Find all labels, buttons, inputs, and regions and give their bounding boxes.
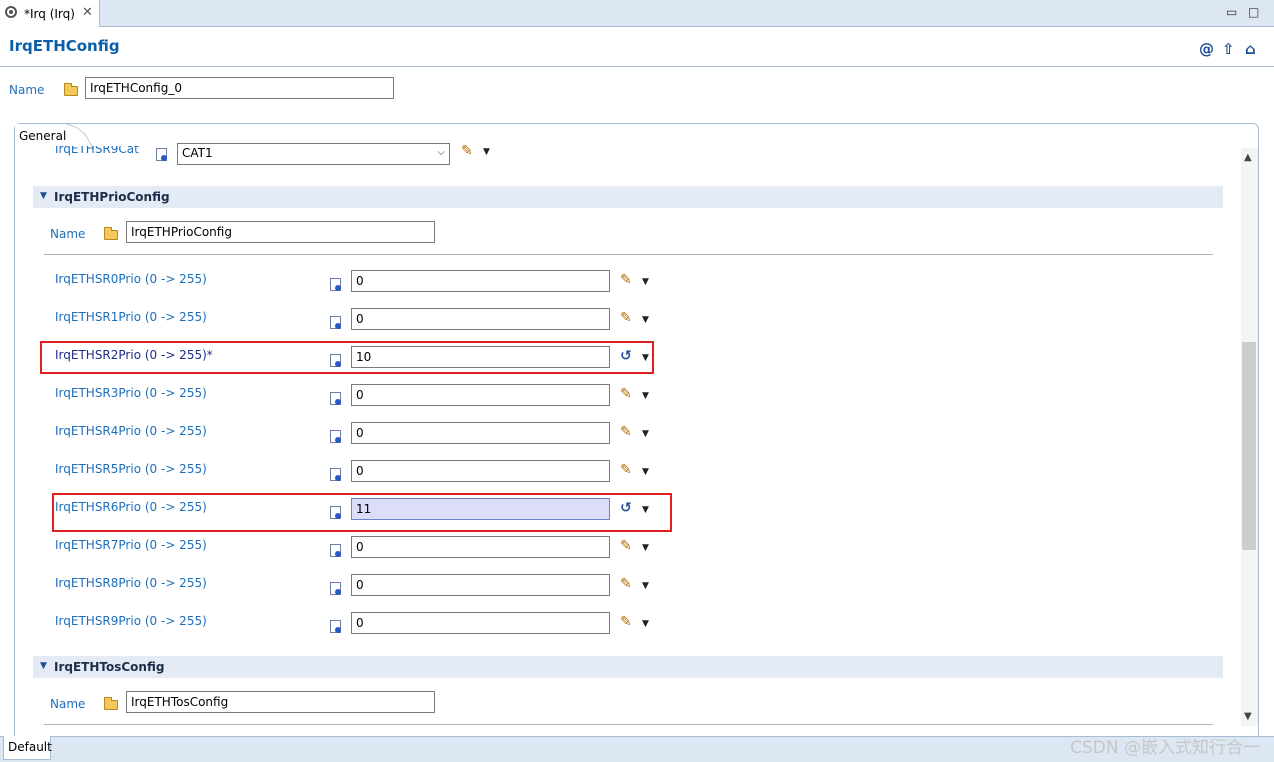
integer-icon [330, 278, 341, 291]
pencil-icon[interactable]: ✎ [461, 143, 473, 159]
pencil-icon[interactable]: ✎ [620, 386, 632, 402]
chevron-down-icon: ⌵ [437, 147, 445, 158]
watermark: CSDN @嵌入式知行合一 [1070, 738, 1260, 758]
row-label-sr8: IrqETHSR8Prio (0 -> 255) [55, 576, 207, 590]
section-divider [44, 254, 1213, 255]
sr4-prio-field[interactable]: 0 [351, 422, 610, 444]
sr1-prio-field[interactable]: 0 [351, 308, 610, 330]
dropdown-arrow-icon[interactable]: ▼ [642, 277, 649, 287]
sr2-prio-field[interactable]: 10 [351, 346, 610, 368]
dropdown-arrow-icon[interactable]: ▼ [642, 467, 649, 477]
enum-icon [156, 148, 167, 161]
calculate-icon[interactable]: ↺ [620, 348, 632, 364]
folder-icon [64, 83, 78, 96]
row-label-sr3: IrqETHSR3Prio (0 -> 255) [55, 386, 207, 400]
integer-icon [330, 582, 341, 595]
dropdown-arrow-icon[interactable]: ▼ [642, 391, 649, 401]
scroll-down-icon[interactable]: ▼ [1244, 711, 1252, 722]
form-title: IrqETHConfig [9, 37, 120, 55]
integer-icon [330, 506, 341, 519]
dropdown-arrow-icon[interactable]: ▼ [642, 581, 649, 591]
config-file-icon [5, 6, 17, 18]
dropdown-arrow-icon[interactable]: ▼ [642, 429, 649, 439]
home-icon[interactable]: ⌂ [1245, 40, 1256, 58]
row-label-sr9: IrqETHSR9Prio (0 -> 255) [55, 614, 207, 628]
collapse-arrow-icon[interactable]: ▼ [40, 191, 47, 201]
section-title: IrqETHPrioConfig [54, 190, 170, 204]
sr5-prio-field[interactable]: 0 [351, 460, 610, 482]
tab-general[interactable]: General [15, 124, 67, 146]
close-icon[interactable]: ✕ [82, 5, 93, 20]
integer-icon [330, 620, 341, 633]
pencil-icon[interactable]: ✎ [620, 310, 632, 326]
section-irqethtosconfig[interactable]: ▼ IrqETHTosConfig [33, 656, 1223, 678]
maximize-icon[interactable]: □ [1248, 5, 1259, 19]
row-label-sr7: IrqETHSR7Prio (0 -> 255) [55, 538, 207, 552]
cat-select-value: CAT1 [182, 146, 213, 160]
dropdown-arrow-icon[interactable]: ▼ [642, 315, 649, 325]
integer-icon [330, 430, 341, 443]
row-label-sr2: IrqETHSR2Prio (0 -> 255)* [55, 348, 213, 362]
calculate-icon[interactable]: ↺ [620, 500, 632, 516]
row-label-sr0: IrqETHSR0Prio (0 -> 255) [55, 272, 207, 286]
up-arrow-icon[interactable]: ⇧ [1222, 40, 1235, 58]
editor-tab-irq[interactable]: *Irq (Irq) ✕ [0, 0, 100, 27]
integer-icon [330, 316, 341, 329]
section-divider [44, 724, 1213, 725]
pencil-icon[interactable]: ✎ [620, 462, 632, 478]
sr7-prio-field[interactable]: 0 [351, 536, 610, 558]
row-label-sr1: IrqETHSR1Prio (0 -> 255) [55, 310, 207, 324]
sr0-prio-field[interactable]: 0 [351, 270, 610, 292]
at-icon[interactable]: @ [1199, 40, 1214, 58]
integer-icon [330, 392, 341, 405]
prio-name-label[interactable]: Name [50, 227, 85, 241]
integer-icon [330, 544, 341, 557]
name-label[interactable]: Name [9, 83, 44, 97]
dropdown-arrow-icon[interactable]: ▼ [642, 619, 649, 629]
integer-icon [330, 468, 341, 481]
editor-tab-label: *Irq (Irq) [24, 7, 75, 21]
tab-default[interactable]: Default [3, 736, 52, 760]
pencil-icon[interactable]: ✎ [620, 424, 632, 440]
pencil-icon[interactable]: ✎ [620, 576, 632, 592]
name-field[interactable]: IrqETHConfig_0 [85, 77, 394, 99]
folder-icon [104, 697, 118, 710]
sr9-prio-field[interactable]: 0 [351, 612, 610, 634]
tos-name-label[interactable]: Name [50, 697, 85, 711]
minimize-icon[interactable]: ▭ [1226, 5, 1237, 19]
tos-name-field[interactable]: IrqETHTosConfig [126, 691, 435, 713]
folder-icon [104, 227, 118, 240]
header-divider [0, 66, 1274, 67]
dropdown-arrow-icon[interactable]: ▼ [642, 543, 649, 553]
cat-select[interactable]: CAT1 ⌵ [177, 143, 450, 165]
dropdown-arrow-icon[interactable]: ▼ [483, 147, 490, 157]
scrollbar-thumb[interactable] [1242, 342, 1256, 550]
sr8-prio-field[interactable]: 0 [351, 574, 610, 596]
prio-name-field[interactable]: IrqETHPrioConfig [126, 221, 435, 243]
dropdown-arrow-icon[interactable]: ▼ [642, 505, 649, 515]
row-label-sr6: IrqETHSR6Prio (0 -> 255) [55, 500, 207, 514]
sr6-prio-field[interactable]: 11 [351, 498, 610, 520]
row-label-sr4: IrqETHSR4Prio (0 -> 255) [55, 424, 207, 438]
section-irqethprioconfig[interactable]: ▼ IrqETHPrioConfig [33, 186, 1223, 208]
sr3-prio-field[interactable]: 0 [351, 384, 610, 406]
collapse-arrow-icon[interactable]: ▼ [40, 661, 47, 671]
row-label-sr5: IrqETHSR5Prio (0 -> 255) [55, 462, 207, 476]
pencil-icon[interactable]: ✎ [620, 538, 632, 554]
integer-icon [330, 354, 341, 367]
dropdown-arrow-icon[interactable]: ▼ [642, 353, 649, 363]
editor-tab-bar [0, 0, 1274, 27]
pencil-icon[interactable]: ✎ [620, 272, 632, 288]
scroll-up-icon[interactable]: ▲ [1244, 152, 1252, 163]
section-title: IrqETHTosConfig [54, 660, 165, 674]
pencil-icon[interactable]: ✎ [620, 614, 632, 630]
